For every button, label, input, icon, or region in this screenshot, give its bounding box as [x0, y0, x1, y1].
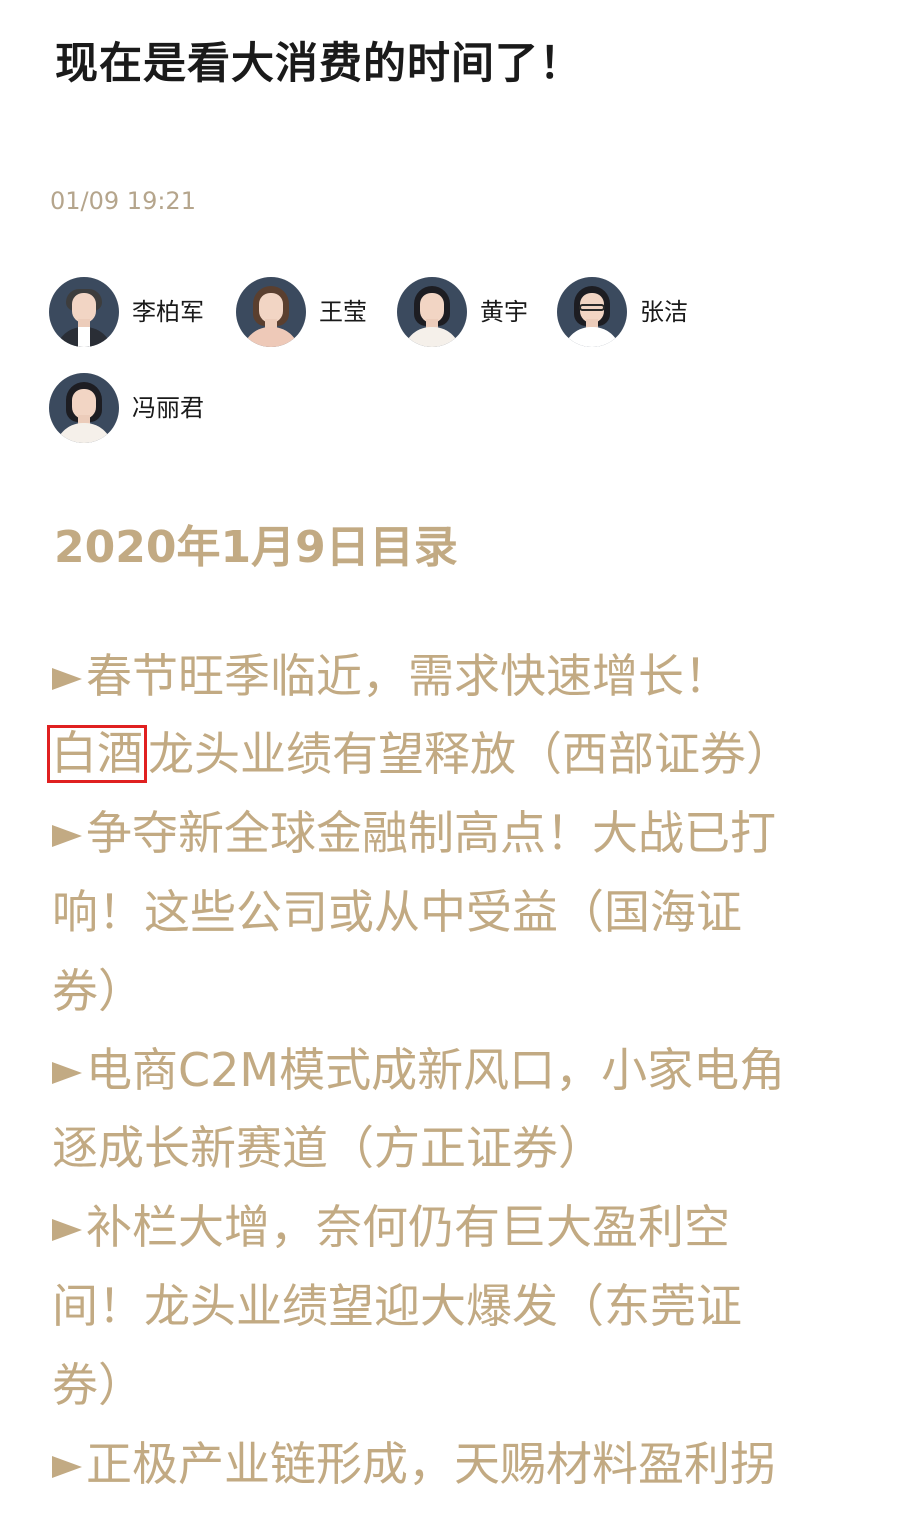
highlight-box: 白酒 [47, 725, 147, 783]
toc-item-text: 响！这些公司或从中受益（国海证 [52, 885, 742, 939]
triangle-right-icon [52, 1062, 82, 1084]
author-name: 黄宇 [480, 298, 528, 326]
toc-item-5[interactable]: 正极产业链形成，天赐材料盈利拐 [52, 1425, 776, 1503]
toc-item-text: 春节旺季临近，需求快速增长！ [86, 649, 730, 703]
article-title: 现在是看大消费的时间了！ [55, 39, 583, 89]
toc-item-text: 补栏大增，奈何仍有巨大盈利空 [86, 1200, 730, 1254]
author-wang-ying[interactable]: 王莹 [236, 276, 367, 348]
triangle-right-icon [52, 1219, 82, 1241]
toc-item-2-cont[interactable]: 响！这些公司或从中受益（国海证 [52, 873, 742, 951]
toc-item-4-cont[interactable]: 间！龙头业绩望迎大爆发（东莞证 [52, 1267, 742, 1345]
toc-heading: 2020年1月9日目录 [54, 522, 458, 573]
author-huang-yu[interactable]: 黄宇 [397, 276, 528, 348]
toc-item-1[interactable]: 春节旺季临近，需求快速增长！ [52, 637, 730, 715]
toc-item-2[interactable]: 争夺新全球金融制高点！大战已打 [52, 794, 776, 872]
triangle-right-icon [52, 668, 82, 690]
author-name: 冯丽君 [132, 394, 204, 422]
triangle-right-icon [52, 825, 82, 847]
toc-item-4[interactable]: 补栏大增，奈何仍有巨大盈利空 [52, 1188, 730, 1266]
author-zhang-jie[interactable]: 张洁 [557, 276, 688, 348]
person-portrait-icon [557, 277, 627, 347]
triangle-right-icon [52, 1456, 82, 1478]
article-page: 现在是看大消费的时间了！ 01/09 19:21 李柏军 王莹 黄宇 张洁 冯丽… [0, 0, 924, 1516]
toc-item-text: 龙头业绩有望释放（西部证券） [148, 727, 792, 781]
toc-item-text: 逐成长新赛道（方正证券） [52, 1121, 604, 1175]
person-portrait-icon [397, 277, 467, 347]
toc-item-3-cont[interactable]: 逐成长新赛道（方正证券） [52, 1109, 604, 1187]
author-feng-lijun[interactable]: 冯丽君 [49, 372, 204, 444]
toc-item-text: 券） [52, 1358, 144, 1412]
author-li-bojun[interactable]: 李柏军 [49, 276, 204, 348]
toc-item-text: 券） [52, 964, 144, 1018]
person-portrait-icon [236, 277, 306, 347]
toc-item-1-cont[interactable]: 白酒 龙头业绩有望释放（西部证券） [47, 715, 792, 793]
author-name: 张洁 [640, 298, 688, 326]
author-name: 王莹 [319, 298, 367, 326]
toc-item-text: 正极产业链形成，天赐材料盈利拐 [86, 1437, 776, 1491]
publish-timestamp: 01/09 19:21 [50, 187, 196, 215]
toc-item-4-end[interactable]: 券） [52, 1346, 144, 1424]
person-portrait-icon [49, 277, 119, 347]
person-portrait-icon [49, 373, 119, 443]
author-name: 李柏军 [132, 298, 204, 326]
toc-item-3[interactable]: 电商C2M模式成新风口，小家电角 [52, 1031, 785, 1109]
toc-item-text: 争夺新全球金融制高点！大战已打 [86, 806, 776, 860]
toc-item-text: 电商C2M模式成新风口，小家电角 [86, 1043, 786, 1097]
toc-item-text: 间！龙头业绩望迎大爆发（东莞证 [52, 1279, 742, 1333]
toc-item-2-end[interactable]: 券） [52, 952, 144, 1030]
